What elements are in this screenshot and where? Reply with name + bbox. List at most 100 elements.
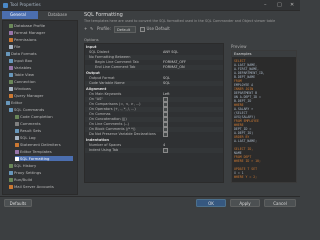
minimize-button[interactable]: – xyxy=(264,2,267,8)
options-grid: Input SQL Dialect ANY SQL No Formatting B… xyxy=(84,43,224,183)
tree-item-label: Database Profile xyxy=(14,23,46,28)
delimiter-icon xyxy=(15,143,19,147)
page-title: SQL Formatting xyxy=(84,12,123,18)
tree-item-label: Mail Server Accounts xyxy=(14,184,54,189)
tree-item-windows[interactable]: Windows xyxy=(9,86,31,91)
option-row[interactable]: Code Variable Name SQL xyxy=(85,81,223,86)
tree-item-label: Connection xyxy=(14,79,36,84)
tree-item-sql-log[interactable]: SQL Log xyxy=(15,135,36,140)
tree-item-label: File xyxy=(14,44,21,49)
table-icon xyxy=(9,73,13,77)
tree-item-permissions[interactable]: Permissions xyxy=(9,37,36,42)
mail-icon xyxy=(9,185,13,189)
format-icon xyxy=(9,31,13,35)
template-icon xyxy=(15,150,19,154)
checkbox-icon xyxy=(140,26,145,32)
folder-icon xyxy=(9,108,13,112)
tree-item-editor-templates[interactable]: Editor Templates xyxy=(15,149,52,154)
tree-item-sql-formatting[interactable]: SQL Formatting xyxy=(15,156,73,161)
profile-toolbar: + ✎ Profile: Default Use Default xyxy=(84,26,234,34)
tab-general[interactable]: General xyxy=(2,11,38,19)
tree-item-label: Comments xyxy=(20,121,41,126)
completion-icon xyxy=(15,115,19,119)
comment-icon xyxy=(15,122,19,126)
folder-icon xyxy=(6,101,10,105)
profile-label: Profile: xyxy=(97,26,111,31)
tree-item-variables[interactable]: Variables xyxy=(9,65,31,70)
tree-item-label: SQL History xyxy=(14,163,37,168)
query-icon xyxy=(9,94,13,98)
app-icon xyxy=(3,3,8,8)
globe-icon xyxy=(9,171,13,175)
ok-button[interactable]: OK xyxy=(196,199,226,207)
tree-item-comments[interactable]: Comments xyxy=(15,121,41,126)
tree-item-label: SQL Commands xyxy=(14,107,45,112)
use-default-checkbox[interactable]: Use Default xyxy=(140,26,170,32)
history-icon xyxy=(9,164,13,168)
log-icon xyxy=(15,136,19,140)
tree-item-format-manager[interactable]: Format Manager xyxy=(9,30,45,35)
format-icon xyxy=(15,157,19,161)
preview-label: Preview xyxy=(231,44,247,49)
tree-item-label: SQL Log xyxy=(20,135,36,140)
tree-item-query-manager[interactable]: Query Manager xyxy=(9,93,43,98)
tree-item-label: Permissions xyxy=(14,37,37,42)
close-button[interactable]: ✕ xyxy=(290,2,294,8)
tree-item-label: SQL Formatting xyxy=(20,156,50,161)
preview-code-line: WHERE Y = 2; xyxy=(234,175,258,179)
option-row[interactable]: Indent Using Tab xyxy=(85,148,223,153)
tree-item-table-view[interactable]: Table View xyxy=(9,72,34,77)
defaults-button[interactable]: Defaults xyxy=(4,199,32,207)
option-row[interactable]: Do Not Preserve Variable Declarations xyxy=(85,132,223,137)
tab-database[interactable]: Database xyxy=(40,11,76,19)
tree-item-input-box[interactable]: Input Box xyxy=(9,58,32,63)
tree-item-label: Statement Delimiters xyxy=(20,142,61,147)
tree-item-data-formats[interactable]: Data Formats xyxy=(6,51,37,56)
edit-icon[interactable]: ✎ xyxy=(90,26,93,31)
checkbox-icon[interactable] xyxy=(163,132,168,137)
cancel-button[interactable]: Cancel xyxy=(264,199,296,207)
run-icon xyxy=(9,178,13,182)
tree-item-code-completion[interactable]: Code Completion xyxy=(15,114,53,119)
file-icon xyxy=(9,45,13,49)
add-icon[interactable]: + xyxy=(84,26,87,31)
tree-item-label: Editor xyxy=(11,100,23,105)
tree-item-connection[interactable]: Connection xyxy=(9,79,35,84)
window-title: Tool Properties xyxy=(10,2,41,7)
tree-item-label: Format Manager xyxy=(14,30,46,35)
grid-icon xyxy=(15,129,19,133)
tree-item-label: Run/Build xyxy=(14,177,33,182)
tree-item-database-profile[interactable]: Database Profile xyxy=(9,23,45,28)
option-row[interactable]: End Line Comment Tab FORMAT_ON xyxy=(85,65,223,70)
tree-item-result-sets[interactable]: Result Sets xyxy=(15,128,41,133)
use-default-label: Use Default xyxy=(146,26,170,31)
folder-icon xyxy=(6,52,10,56)
tree-item-label: Query Manager xyxy=(14,93,44,98)
input-icon xyxy=(9,59,13,63)
tree-item-editor[interactable]: Editor xyxy=(6,100,22,105)
tree-item-sql-history[interactable]: SQL History xyxy=(9,163,36,168)
tree-item-file[interactable]: File xyxy=(9,44,20,49)
tree-item-label: Code Completion xyxy=(20,114,53,119)
checkbox-icon[interactable] xyxy=(163,148,168,153)
category-tabs: General Database xyxy=(0,11,80,19)
profile-select[interactable]: Default xyxy=(114,26,136,33)
tree-item-statement-delimiters[interactable]: Statement Delimiters xyxy=(15,142,61,147)
page-description: The templates here are used to convert t… xyxy=(84,19,276,23)
tree-item-sql-commands[interactable]: SQL Commands xyxy=(9,107,44,112)
apply-button[interactable]: Apply xyxy=(230,199,260,207)
title-bar xyxy=(0,0,300,11)
tree-item-label: Table View xyxy=(14,72,35,77)
tree-item-label: Data Formats xyxy=(11,51,37,56)
maximize-button[interactable]: □ xyxy=(277,2,282,8)
tree-item-proxy-settings[interactable]: Proxy Settings xyxy=(9,170,41,175)
window-icon xyxy=(9,87,13,91)
tree-item-run-build[interactable]: Run/Build xyxy=(9,177,32,182)
tree-item-label: Input Box xyxy=(14,58,33,63)
tree-item-label: Editor Templates xyxy=(20,149,52,154)
preview-pane: Examples SELECT A.LAST_NAME, A.FIRST_NAM… xyxy=(231,50,297,183)
tree-item-label: Variables xyxy=(14,65,32,70)
tree-item-mail-server-accounts[interactable]: Mail Server Accounts xyxy=(9,184,54,189)
tree-item-label: Proxy Settings xyxy=(14,170,42,175)
connection-icon xyxy=(9,80,13,84)
